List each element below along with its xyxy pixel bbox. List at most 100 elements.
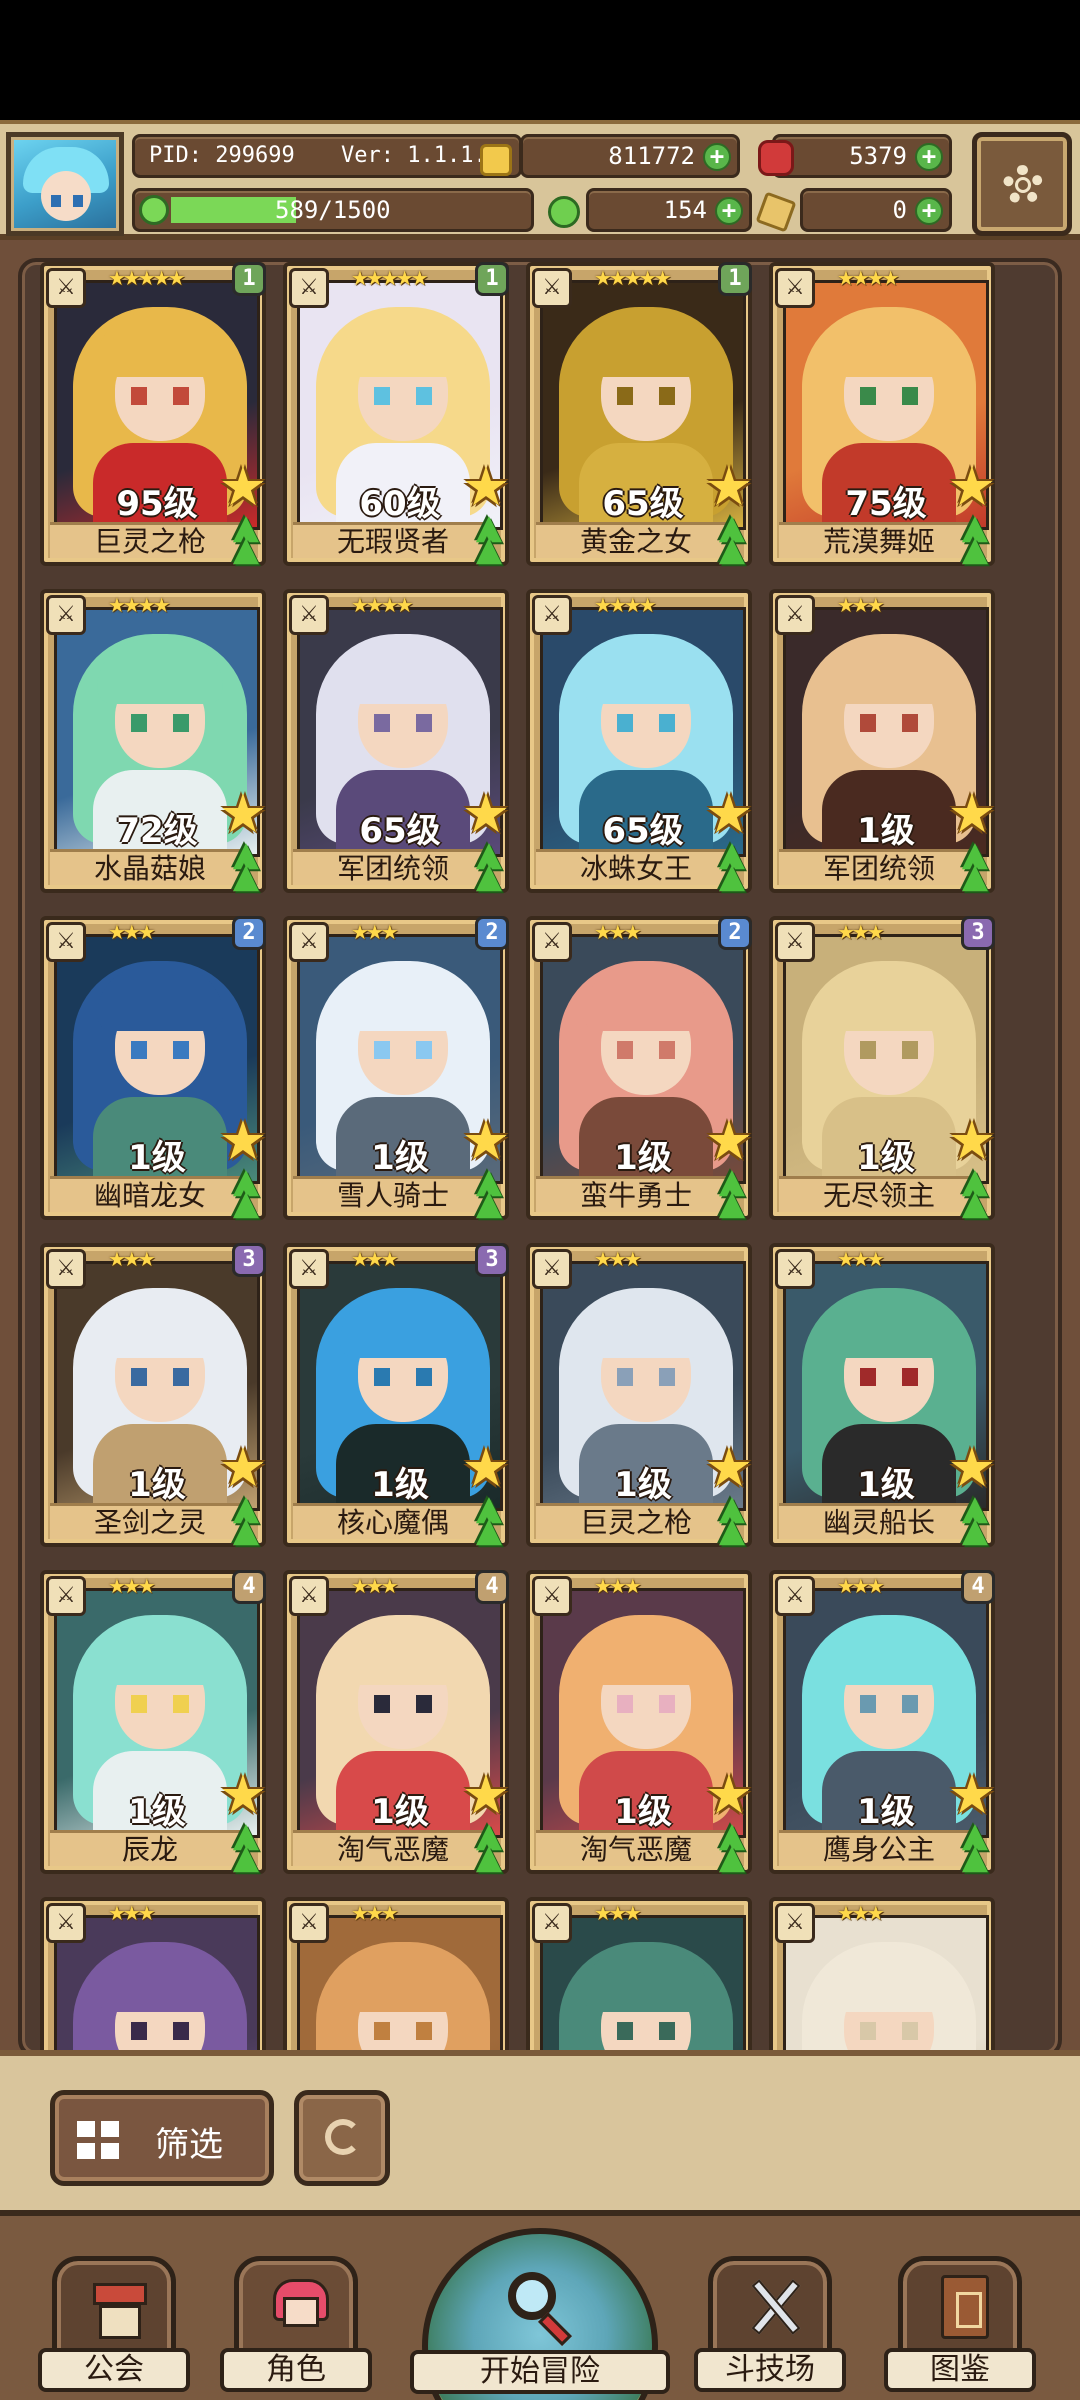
character-card[interactable]: ⚔ ★★★ 2 1级 ★ 蛮牛勇士 ▲ ▲ <box>526 916 753 1220</box>
portrait-eye <box>902 1368 918 1386</box>
exp-bar: 589/1500 <box>132 188 534 232</box>
character-card[interactable]: ⚔ ★★★ <box>526 1897 752 2054</box>
character-card[interactable]: ⚔ ★★★★ 65级 ★ 军团统领 ▲ ▲ <box>283 589 510 893</box>
gold-counter: 811772 + <box>520 134 740 178</box>
character-card[interactable]: ⚔ ★★★ 2 1级 ★ 幽暗龙女 ▲ ▲ <box>40 916 267 1220</box>
portrait-fringe <box>826 1294 952 1358</box>
character-card[interactable]: ⚔ ★★★ 1级 ★ 军团统领 ▲ ▲ <box>769 589 996 893</box>
tier-badge: 4 <box>475 1570 509 1604</box>
add-key-button[interactable]: + <box>915 197 943 225</box>
rarity-stars: ★★★★ <box>108 593 171 617</box>
nav-guild[interactable]: 公会 <box>38 2256 190 2396</box>
level-up-icon[interactable]: ▲ ▲ <box>220 1818 272 1876</box>
exp-icon <box>139 195 169 225</box>
character-card[interactable]: ⚔ ★★★ 4 1级 ★ 鹰身公主 ▲ ▲ <box>769 1570 996 1874</box>
portrait-eye <box>374 714 390 732</box>
level-up-icon[interactable]: ▲ ▲ <box>949 837 1001 895</box>
character-card[interactable]: ⚔ ★★★ <box>769 1897 995 2054</box>
level-up-icon[interactable]: ▲ ▲ <box>706 837 758 895</box>
tier-badge: 3 <box>475 1243 509 1277</box>
resource-bar: PID: 299699 Ver: 1.1.1.0 811772 + 5379 +… <box>0 120 1080 240</box>
level-up-icon[interactable]: ▲ ▲ <box>706 510 758 568</box>
character-card[interactable]: ⚔ ★★★★ 65级 ★ 冰蛛女王 ▲ ▲ <box>526 589 753 893</box>
level-up-icon[interactable]: ▲ ▲ <box>463 1164 515 1222</box>
refresh-button[interactable] <box>294 2090 390 2186</box>
tier-badge: 1 <box>232 262 266 296</box>
add-gold-button[interactable]: + <box>703 143 731 171</box>
character-card[interactable]: ⚔ ★★★ 1级 ★ 淘气恶魔 ▲ ▲ <box>526 1570 753 1874</box>
character-card[interactable]: ⚔ ★★★ <box>40 1897 266 2054</box>
level-up-icon[interactable]: ▲ ▲ <box>463 837 515 895</box>
nav-codex[interactable]: 图鉴 <box>884 2256 1036 2396</box>
level-up-icon[interactable]: ▲ ▲ <box>706 1164 758 1222</box>
character-card[interactable]: ⚔ ★★★★★ 1 65级 ★ 黄金之女 ▲ ▲ <box>526 262 753 566</box>
status-bar-area <box>0 0 1080 120</box>
level-up-icon[interactable]: ▲ ▲ <box>706 1491 758 1549</box>
character-list-panel: ⚔ ★★★★★ 1 95级 ★ 巨灵之枪 ▲ ▲ ⚔ ★★★★★ 1 60级 ★ … <box>0 240 1080 2058</box>
portrait-fringe <box>340 1621 466 1685</box>
nav-arena[interactable]: 斗技场 <box>694 2256 846 2396</box>
tier-badge: 3 <box>961 916 995 950</box>
weapon-class-icon: ⚔ <box>775 595 815 635</box>
portrait-fringe <box>340 1948 466 2012</box>
add-gem-button[interactable]: + <box>915 143 943 171</box>
character-card[interactable]: ⚔ ★★★ 3 1级 ★ 核心魔偶 ▲ ▲ <box>283 1243 510 1547</box>
character-card[interactable]: ⚔ ★★★★★ 1 95级 ★ 巨灵之枪 ▲ ▲ <box>40 262 267 566</box>
level-up-icon[interactable]: ▲ ▲ <box>949 510 1001 568</box>
weapon-class-icon: ⚔ <box>46 922 86 962</box>
nav-start-adventure[interactable]: 开始冒险 <box>404 2216 676 2400</box>
portrait-fringe <box>583 1621 709 1685</box>
level-up-icon[interactable]: ▲ ▲ <box>949 1164 1001 1222</box>
character-card[interactable]: ⚔ ★★★ 2 1级 ★ 雪人骑士 ▲ ▲ <box>283 916 510 1220</box>
weapon-class-icon: ⚔ <box>775 1576 815 1616</box>
character-grid[interactable]: ⚔ ★★★★★ 1 95级 ★ 巨灵之枪 ▲ ▲ ⚔ ★★★★★ 1 60级 ★ … <box>18 258 1062 2058</box>
character-card[interactable]: ⚔ ★★★ 4 1级 ★ 淘气恶魔 ▲ ▲ <box>283 1570 510 1874</box>
character-card[interactable]: ⚔ ★★★ 4 1级 ★ 辰龙 ▲ ▲ <box>40 1570 267 1874</box>
rarity-stars: ★★★★★ <box>108 266 186 290</box>
level-up-icon[interactable]: ▲ ▲ <box>949 1491 1001 1549</box>
character-card[interactable]: ⚔ ★★★ <box>283 1897 509 2054</box>
weapon-class-icon: ⚔ <box>775 922 815 962</box>
level-up-icon[interactable]: ▲ ▲ <box>463 1818 515 1876</box>
character-card[interactable]: ⚔ ★★★★ 75级 ★ 荒漠舞姬 ▲ ▲ <box>769 262 996 566</box>
bottom-nav: 公会 角色 开始冒险 斗技场 图鉴 <box>0 2210 1080 2400</box>
portrait-eye <box>617 387 633 405</box>
stamina-value: 154 <box>663 196 707 224</box>
level-up-icon[interactable]: ▲ ▲ <box>220 1491 272 1549</box>
gem-value: 5379 <box>849 142 907 170</box>
character-card[interactable]: ⚔ ★★★ 3 1级 ★ 圣剑之灵 ▲ ▲ <box>40 1243 267 1547</box>
weapon-class-icon: ⚔ <box>289 268 329 308</box>
level-up-icon[interactable]: ▲ ▲ <box>220 510 272 568</box>
character-card[interactable]: ⚔ ★★★ 3 1级 ★ 无尽领主 ▲ ▲ <box>769 916 996 1220</box>
avatar-eye <box>73 195 83 207</box>
player-avatar[interactable] <box>6 132 124 236</box>
weapon-class-icon: ⚔ <box>46 1249 86 1289</box>
rarity-stars: ★★★ <box>594 920 642 944</box>
portrait-eye <box>173 1695 189 1713</box>
rarity-stars: ★★★★ <box>351 593 414 617</box>
level-up-icon[interactable]: ▲ ▲ <box>949 1818 1001 1876</box>
weapon-class-icon: ⚔ <box>289 595 329 635</box>
portrait-eye <box>131 1695 147 1713</box>
character-card[interactable]: ⚔ ★★★ 1级 ★ 巨灵之枪 ▲ ▲ <box>526 1243 753 1547</box>
level-up-icon[interactable]: ▲ ▲ <box>463 1491 515 1549</box>
level-up-icon[interactable]: ▲ ▲ <box>220 837 272 895</box>
character-card[interactable]: ⚔ ★★★ 1级 ★ 幽灵船长 ▲ ▲ <box>769 1243 996 1547</box>
portrait-fringe <box>97 1621 223 1685</box>
portrait-eye <box>860 714 876 732</box>
portrait-eye <box>173 2022 189 2040</box>
player-id: PID: 299699 <box>149 143 295 168</box>
add-stamina-button[interactable]: + <box>715 197 743 225</box>
level-up-icon[interactable]: ▲ ▲ <box>463 510 515 568</box>
rarity-stars: ★★★ <box>837 920 885 944</box>
filter-button[interactable]: 筛选 <box>50 2090 274 2186</box>
level-up-icon[interactable]: ▲ ▲ <box>706 1818 758 1876</box>
player-info: PID: 299699 Ver: 1.1.1.0 <box>132 134 522 178</box>
character-card[interactable]: ⚔ ★★★★★ 1 60级 ★ 无瑕贤者 ▲ ▲ <box>283 262 510 566</box>
gold-value: 811772 <box>608 142 695 170</box>
nav-characters[interactable]: 角色 <box>220 2256 372 2396</box>
nav-adventure-label: 开始冒险 <box>410 2350 670 2394</box>
character-card[interactable]: ⚔ ★★★★ 72级 ★ 水晶菇娘 ▲ ▲ <box>40 589 267 893</box>
level-up-icon[interactable]: ▲ ▲ <box>220 1164 272 1222</box>
settings-button[interactable] <box>972 132 1072 236</box>
